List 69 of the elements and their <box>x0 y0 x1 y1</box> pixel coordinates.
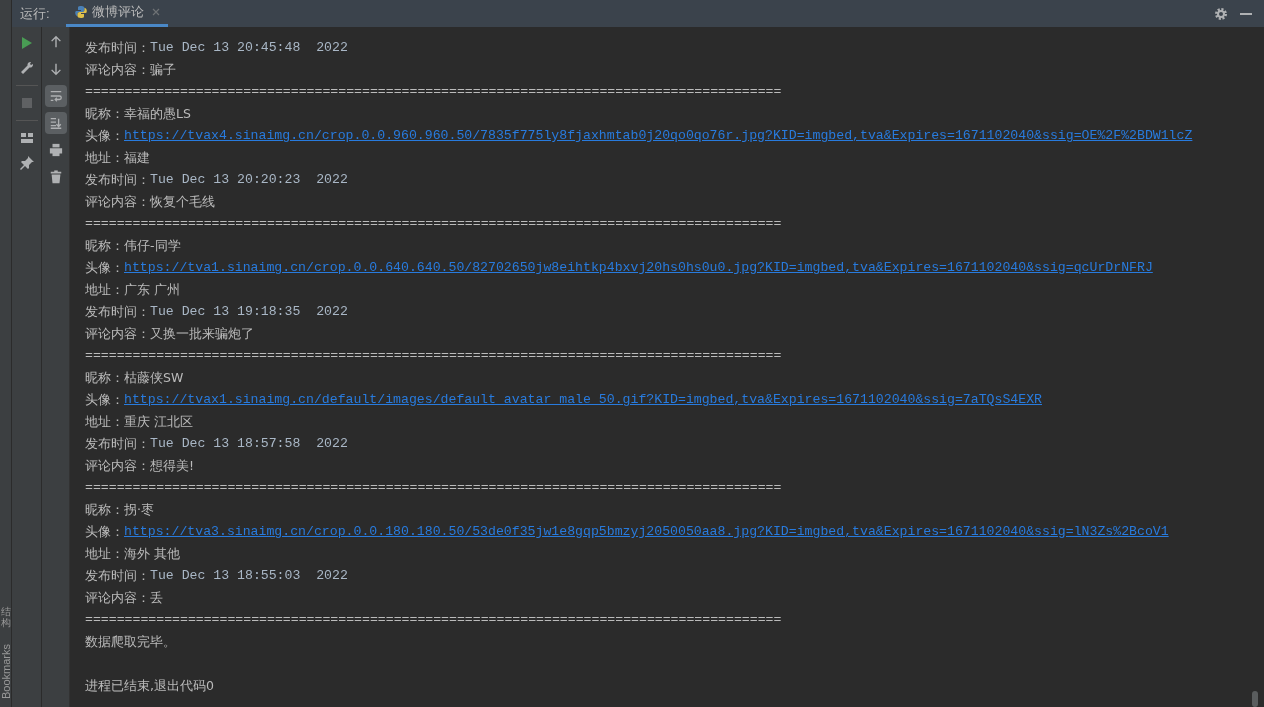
field-label: 发布时间： <box>85 435 150 453</box>
avatar-link[interactable]: https://tvax4.sinaimg.cn/crop.0.0.960.960.50/7835f775ly8fjaxhmtab0j20qo0qo76r.jpg?KID=imgbed,tva&Expires=1671102040&ssig=OE%2F%2BDW1lcZ <box>124 125 1193 147</box>
field-value: 骗子 <box>150 61 176 79</box>
printer-icon <box>48 143 63 157</box>
field-label: 地址： <box>85 281 124 299</box>
field-value: 广东 广州 <box>124 281 180 299</box>
field-label: 评论内容： <box>85 193 150 211</box>
field-label: 发布时间： <box>85 567 150 585</box>
field-label: 头像： <box>85 391 124 409</box>
field-value: 拐·枣 <box>124 501 154 519</box>
field-value: 海外 其他 <box>124 545 180 563</box>
field-label: 评论内容： <box>85 325 150 343</box>
field-value: 幸福的愚LS <box>124 105 191 123</box>
field-label: 评论内容： <box>85 457 150 475</box>
structure-tab[interactable]: 结构 <box>0 605 11 628</box>
avatar-link[interactable]: https://tvax1.sinaimg.cn/default/images/default_avatar_male_50.gif?KID=imgbed,tva&Expires=1671102040&ssig=7aTQsS4EXR <box>124 389 1042 411</box>
field-value: 丢 <box>150 589 163 607</box>
pin-icon[interactable] <box>18 155 35 171</box>
console-message: 进程已结束,退出代码0 <box>85 677 214 695</box>
field-value: 福建 <box>124 149 150 167</box>
soft-wrap-icon <box>48 89 63 103</box>
scrollbar-thumb[interactable] <box>1252 691 1258 707</box>
scroll-to-end-button[interactable] <box>44 112 67 134</box>
time-value: Tue Dec 13 18:55:03 2022 <box>150 567 348 585</box>
field-value: 又换一批来骗炮了 <box>150 325 254 343</box>
field-label: 昵称： <box>85 501 124 519</box>
field-value: 重庆 江北区 <box>124 413 193 431</box>
field-value: 枯藤侠SW <box>124 369 184 387</box>
field-label: 发布时间： <box>85 171 150 189</box>
avatar-link[interactable]: https://tva1.sinaimg.cn/crop.0.0.640.640.50/82702650jw8eihtkp4bxvj20hs0hs0u0.jpg?KID=imgbed,tva&Expires=1671102040&ssig=qcUrDrNFRJ <box>124 257 1153 279</box>
field-label: 评论内容： <box>85 589 150 607</box>
field-label: 头像： <box>85 523 124 541</box>
field-value: 恢复个毛线 <box>150 193 215 211</box>
separator-line: ======================================================================================== <box>85 83 782 101</box>
field-value: 想得美! <box>150 457 194 475</box>
field-value: 伟仔-同学 <box>124 237 181 255</box>
avatar-link[interactable]: https://tva3.sinaimg.cn/crop.0.0.180.180.50/53de0f35jw1e8gqp5bmzyj2050050aa8.jpg?KID=imgbed,tva&Expires=1671102040&ssig=lN3Zs%2BcoV1 <box>124 521 1169 543</box>
field-label: 地址： <box>85 413 124 431</box>
minimize-icon[interactable] <box>1240 12 1252 15</box>
layout-icon[interactable] <box>18 130 35 146</box>
field-label: 昵称： <box>85 105 124 123</box>
soft-wrap-button[interactable] <box>44 85 67 107</box>
time-value: Tue Dec 13 20:20:23 2022 <box>150 171 348 189</box>
field-label: 地址： <box>85 149 124 167</box>
field-label: 昵称： <box>85 237 124 255</box>
field-label: 头像： <box>85 259 124 277</box>
trash-icon <box>48 170 63 184</box>
console-message: 数据爬取完毕。 <box>85 633 176 651</box>
field-label: 头像： <box>85 127 124 145</box>
run-tab[interactable]: 微博评论 <box>65 0 168 27</box>
field-label: 发布时间： <box>85 303 150 321</box>
time-value: Tue Dec 13 19:18:35 2022 <box>150 303 348 321</box>
down-arrow-icon <box>48 62 63 76</box>
field-label: 评论内容： <box>85 61 150 79</box>
separator-line: ======================================================================================== <box>85 479 782 497</box>
time-value: Tue Dec 13 20:45:48 2022 <box>150 39 348 57</box>
time-value: Tue Dec 13 18:57:58 2022 <box>150 435 348 453</box>
bookmarks-tab[interactable]: Bookmarks <box>0 643 12 699</box>
up-arrow-icon <box>48 35 63 49</box>
separator-line: ======================================================================================== <box>85 611 782 629</box>
settings-icon[interactable] <box>1214 6 1228 21</box>
separator-line: ======================================================================================== <box>85 215 782 233</box>
python-icon <box>73 5 88 19</box>
field-label: 昵称： <box>85 369 124 387</box>
separator-line: ======================================================================================== <box>85 347 782 365</box>
field-label: 地址： <box>85 545 124 563</box>
panel-label: 运行: <box>19 4 51 23</box>
scroll-to-end-icon <box>48 116 63 130</box>
field-label: 发布时间： <box>85 39 150 57</box>
